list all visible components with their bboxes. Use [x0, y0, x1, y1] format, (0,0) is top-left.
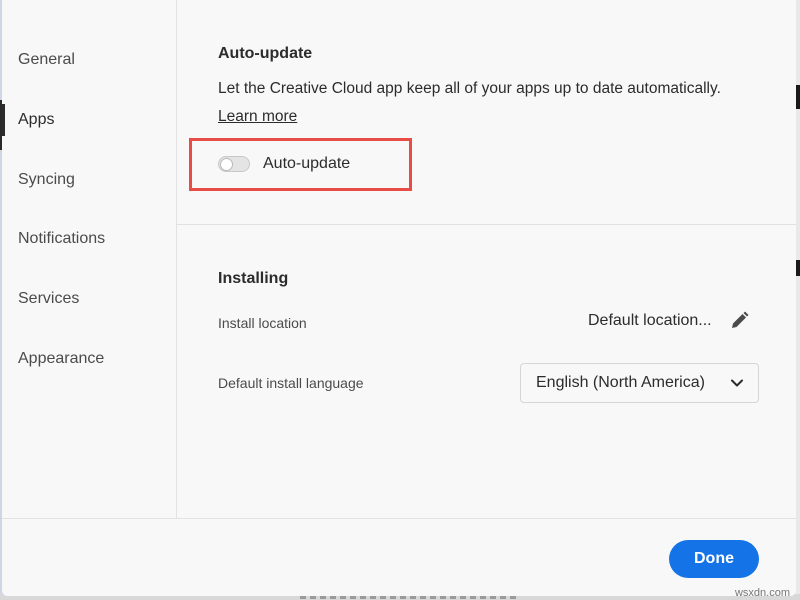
done-button[interactable]: Done [669, 540, 759, 578]
learn-more-link[interactable]: Learn more [218, 108, 297, 126]
apps-settings-panel: Auto-update Let the Creative Cloud app k… [177, 0, 796, 518]
sidebar-item-label: Notifications [18, 230, 106, 247]
sidebar-item-syncing[interactable]: Syncing [2, 160, 176, 200]
sidebar-item-label: Services [18, 290, 80, 307]
dialog-footer: Done [2, 518, 796, 596]
auto-update-description: Let the Creative Cloud app keep all of y… [218, 80, 721, 97]
section-divider [177, 224, 796, 225]
sidebar-item-notifications[interactable]: Notifications [2, 219, 176, 259]
sidebar-item-services[interactable]: Services [2, 279, 176, 319]
install-language-value: English (North America) [536, 374, 705, 391]
preferences-sidebar: General Apps Syncing Notifications Servi… [2, 0, 177, 518]
preferences-dialog: General Apps Syncing Notifications Servi… [2, 0, 796, 596]
auto-update-heading: Auto-update [218, 45, 313, 62]
auto-update-toggle[interactable] [218, 156, 250, 172]
pencil-icon[interactable] [728, 310, 750, 332]
chevron-down-icon [731, 379, 743, 387]
install-location-value[interactable]: Default location... [588, 312, 712, 330]
sidebar-item-general[interactable]: General [2, 40, 176, 80]
toggle-knob [220, 158, 233, 171]
install-location-label: Install location [218, 315, 307, 331]
sidebar-item-label: Apps [18, 111, 55, 128]
sidebar-item-label: Appearance [18, 350, 105, 367]
sidebar-item-apps[interactable]: Apps [2, 100, 176, 140]
installing-heading: Installing [218, 270, 289, 287]
background-window-fragment [796, 85, 800, 109]
sidebar-item-label: Syncing [18, 171, 75, 188]
install-language-label: Default install language [218, 375, 364, 391]
sidebar-item-label: General [18, 51, 75, 68]
sidebar-item-appearance[interactable]: Appearance [2, 339, 176, 379]
auto-update-toggle-label: Auto-update [263, 155, 351, 172]
install-language-dropdown[interactable]: English (North America) [520, 363, 759, 403]
background-window-fragment [796, 260, 800, 276]
watermark-text: wsxdn.com [734, 587, 790, 599]
